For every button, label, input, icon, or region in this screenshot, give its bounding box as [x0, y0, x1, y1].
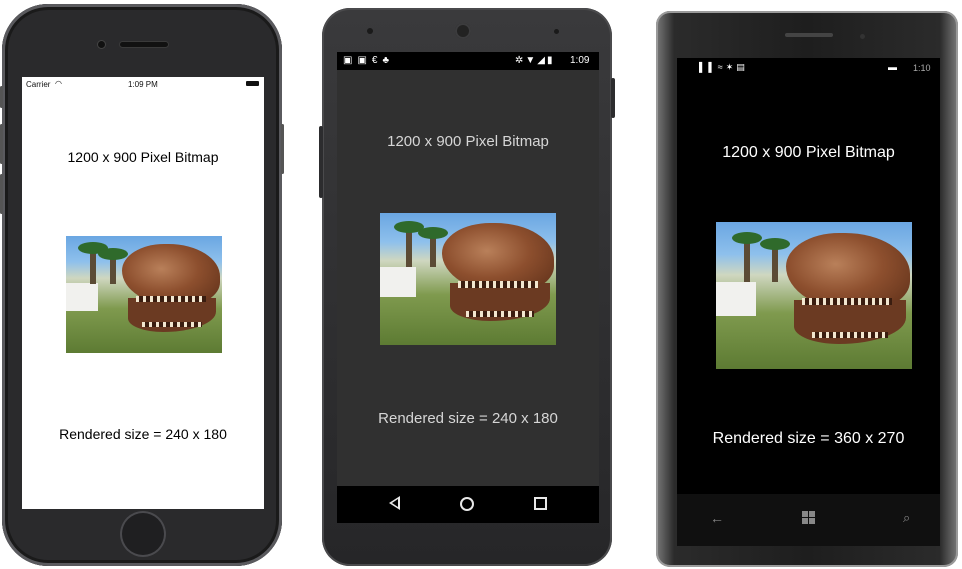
ios-screen: Carrier ◠ 1:09 PM 1200 x 900 Pixel Bitma…: [22, 77, 264, 509]
iphone-mute-switch: [0, 86, 3, 108]
rendered-size-label: Rendered size = 360 x 270: [712, 430, 905, 447]
status-time: 1:09 PM: [128, 80, 158, 89]
bitmap-title: 1200 x 900 Pixel Bitmap: [67, 149, 219, 165]
notification-icons: ▣▣€♣: [343, 55, 395, 66]
status-time: 1:09: [570, 55, 590, 66]
back-icon-inner: [392, 499, 398, 507]
iphone-device: Carrier ◠ 1:09 PM 1200 x 900 Pixel Bitma…: [0, 4, 284, 566]
rendered-size-label: Rendered size = 240 x 180: [378, 410, 558, 427]
wp-screen: ▌▌≈✶▤ ▬ 1:10 1200 x 900 Pixel Bitmap Ren…: [677, 58, 940, 494]
windows-start-icon[interactable]: [802, 511, 815, 524]
home-icon[interactable]: [460, 497, 474, 511]
signal-wifi-icons: ▌▌≈✶▤: [699, 62, 748, 72]
android-status-bar: ▣▣€♣ ✲▼◢▮ 1:09: [337, 52, 599, 70]
earpiece-speaker: [785, 33, 833, 37]
dinosaur-sculpture-photo: [380, 213, 556, 345]
search-icon[interactable]: ⌕: [903, 510, 910, 526]
android-power-button: [319, 126, 323, 198]
rendered-size-label: Rendered size = 240 x 180: [59, 426, 227, 442]
earpiece-speaker: [367, 28, 373, 34]
android-volume-button: [611, 78, 615, 118]
status-time: 1:10: [913, 63, 931, 73]
battery-icon: ▬: [888, 62, 897, 72]
earpiece-speaker: [120, 42, 168, 47]
ios-status-bar: Carrier ◠ 1:09 PM: [22, 77, 264, 91]
battery-icon: [246, 81, 259, 86]
back-arrow-icon[interactable]: ←: [710, 510, 724, 526]
proximity-sensor: [554, 29, 559, 34]
wp-status-bar: ▌▌≈✶▤ ▬ 1:10: [677, 58, 940, 78]
recents-icon[interactable]: [534, 497, 547, 510]
android-screen: ▣▣€♣ ✲▼◢▮ 1:09 1200 x 900 Pixel Bitmap R…: [337, 52, 599, 523]
dinosaur-sculpture-photo: [66, 236, 222, 353]
bitmap-title: 1200 x 900 Pixel Bitmap: [387, 133, 549, 150]
android-navigation-bar: [337, 486, 599, 523]
iphone-power-button: [281, 124, 284, 174]
home-button[interactable]: [120, 511, 166, 557]
android-device: ▣▣€♣ ✲▼◢▮ 1:09 1200 x 900 Pixel Bitmap R…: [319, 8, 615, 566]
bluetooth-wifi-signal-icons: ✲▼◢▮: [515, 55, 555, 66]
front-camera: [98, 41, 105, 48]
bitmap-title: 1200 x 900 Pixel Bitmap: [722, 144, 895, 161]
wifi-icon: ◠: [55, 79, 62, 88]
windows-phone-device: ▌▌≈✶▤ ▬ 1:10 1200 x 900 Pixel Bitmap Ren…: [656, 11, 958, 567]
front-camera: [455, 23, 471, 39]
dinosaur-sculpture-photo: [716, 222, 912, 369]
front-camera: [860, 34, 865, 39]
iphone-volume-down-button: [0, 174, 3, 214]
wp-nav-area: ← ⌕: [677, 494, 940, 546]
carrier-label: Carrier: [26, 80, 51, 89]
iphone-volume-up-button: [0, 124, 3, 164]
